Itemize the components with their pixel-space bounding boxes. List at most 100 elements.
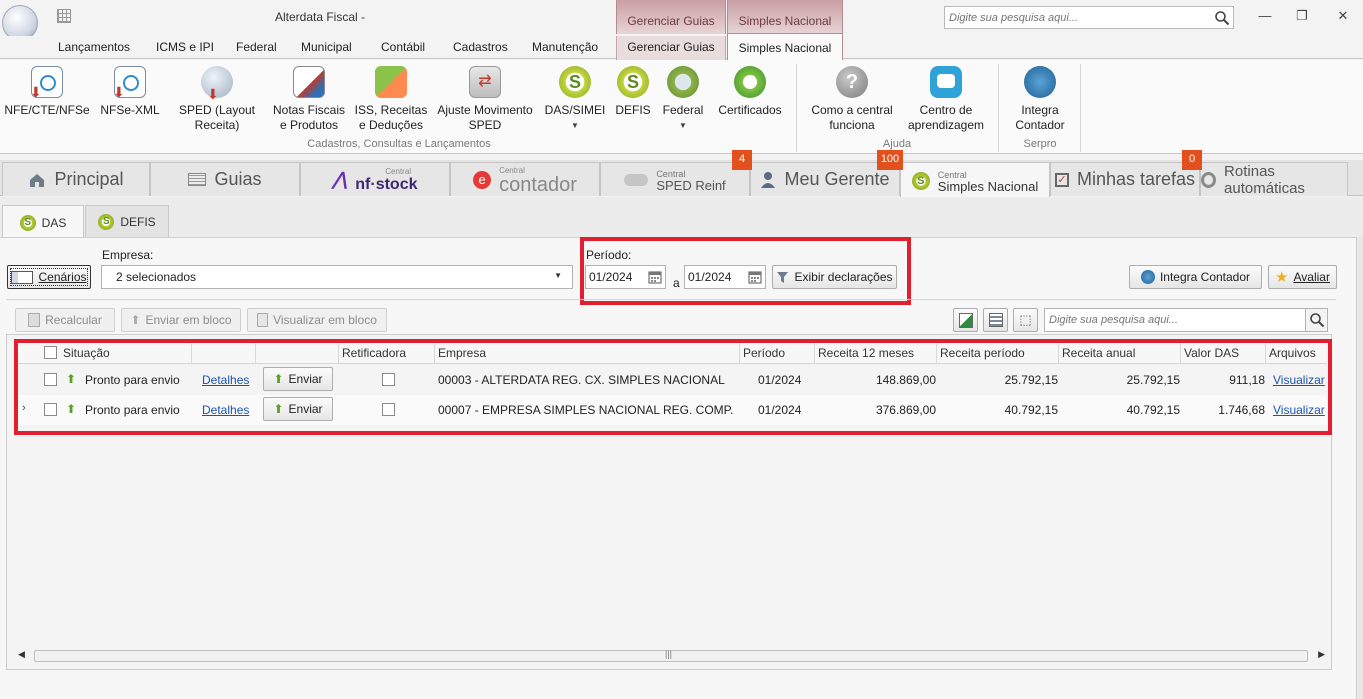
- defis-icon: S: [617, 66, 649, 98]
- tab-sped-reinf-label: SPED Reinf: [656, 177, 726, 193]
- avaliar-button[interactable]: ★ Avaliar: [1268, 265, 1337, 289]
- ribbon-ajuste-sped-button[interactable]: ⇄ Ajuste Movimento SPED: [434, 64, 536, 133]
- quick-access-grid-icon[interactable]: [57, 9, 71, 23]
- cenarios-button[interactable]: Cenários: [7, 265, 91, 289]
- search-icon[interactable]: [1305, 309, 1327, 331]
- ribbon-nfe-cte-nfse-button[interactable]: ⬇ NFE/CTE/NFSe: [4, 64, 90, 118]
- menu-lancamentos[interactable]: Lançamentos: [58, 40, 130, 54]
- periodo-de-field[interactable]: 01/2024: [585, 265, 666, 289]
- tab-principal-label: Principal: [54, 169, 124, 189]
- global-search-field[interactable]: [944, 6, 1234, 29]
- enviar-em-bloco-label: Enviar em bloco: [145, 313, 232, 327]
- grid-search-field[interactable]: [1044, 308, 1328, 332]
- vertical-scrollbar[interactable]: [1356, 237, 1363, 699]
- ribbon-iss-label: ISS, Receitas e Deduções: [354, 103, 428, 132]
- global-search-input[interactable]: [945, 7, 1209, 28]
- ribbon-integra-contador-button[interactable]: Integra Contador: [1006, 64, 1074, 133]
- menu-simples-nacional[interactable]: Simples Nacional: [727, 33, 843, 60]
- help-icon: ?: [836, 66, 868, 98]
- ribbon-certificados-button[interactable]: ✔ Certificados: [714, 64, 786, 118]
- simples-nacional-icon: S: [911, 171, 930, 190]
- nfe-icon: ⬇: [30, 66, 63, 100]
- filter-icon: [776, 271, 789, 284]
- scroll-right-icon[interactable]: ▶: [1318, 649, 1325, 660]
- das-simei-icon: S: [559, 66, 591, 98]
- tab-nfstock[interactable]: ⋀ Central nf·stock: [300, 162, 450, 196]
- menu-cadastros[interactable]: Cadastros: [453, 40, 508, 54]
- excel-icon: [958, 312, 973, 328]
- subtab-das[interactable]: S DAS: [2, 205, 84, 239]
- calendar-icon[interactable]: [648, 270, 662, 284]
- ribbon-separator: [1080, 64, 1081, 152]
- nfstock-logo-icon: ⋀: [332, 169, 348, 189]
- federal-icon: [667, 66, 699, 98]
- horizontal-scrollbar[interactable]: ◀ ||| ▶: [16, 648, 1327, 664]
- ribbon-notas-fiscais-label: Notas Fiscais e Produtos: [272, 103, 346, 132]
- integra-contador-button[interactable]: Integra Contador: [1129, 265, 1262, 289]
- recalcular-button[interactable]: Recalcular: [15, 308, 115, 332]
- tab-minhas-tarefas[interactable]: ✓ Minhas tarefas: [1050, 162, 1200, 196]
- ribbon-group-ajuda: Ajuda: [882, 138, 912, 150]
- subtab-das-label: DAS: [41, 215, 67, 230]
- menu-municipal[interactable]: Municipal: [301, 40, 352, 54]
- tab-principal[interactable]: Principal: [2, 162, 150, 196]
- menu-icms-ipi[interactable]: ICMS e IPI: [156, 40, 214, 54]
- ribbon-nfse-xml-button[interactable]: ⬇ NFSe-XML: [94, 64, 166, 118]
- tab-sped-reinf[interactable]: Central SPED Reinf: [600, 162, 750, 196]
- empresa-select[interactable]: 2 selecionados ▼: [101, 265, 573, 289]
- cenarios-icon: [11, 270, 34, 284]
- visualizar-em-bloco-button[interactable]: Visualizar em bloco: [247, 308, 387, 332]
- tab-contador[interactable]: e Central contador: [450, 162, 600, 196]
- menu-manutencao[interactable]: Manutenção: [532, 40, 598, 54]
- ribbon-federal-button[interactable]: Federal ▼: [658, 64, 708, 133]
- periodo-de-value: 01/2024: [589, 270, 633, 284]
- recalcular-label: Recalcular: [45, 313, 102, 327]
- ribbon-notas-fiscais-button[interactable]: Notas Fiscais e Produtos: [268, 64, 350, 133]
- grip-icon: |||: [665, 649, 673, 659]
- ribbon-sped-button[interactable]: ⬇ SPED (Layout Receita): [170, 64, 264, 133]
- ribbon-das-simei-button[interactable]: S DAS/SIMEI ▼: [542, 64, 608, 133]
- ribbon-ajuste-label: Ajuste Movimento SPED: [437, 103, 533, 132]
- minimize-icon[interactable]: —: [1255, 8, 1275, 26]
- select-cursor-button[interactable]: ⬚: [1013, 308, 1038, 332]
- ribbon-como-funciona-button[interactable]: ? Como a central funciona: [806, 64, 898, 133]
- calendar-icon[interactable]: [748, 270, 762, 284]
- close-icon[interactable]: ✕: [1333, 8, 1353, 26]
- meu-gerente-badge: 100: [877, 150, 903, 170]
- ribbon-centro-aprendizagem-label: Centro de aprendizagem: [907, 103, 985, 132]
- star-icon: ★: [1275, 269, 1289, 286]
- context-tab-simples-nacional: Simples Nacional: [727, 0, 843, 34]
- export-excel-button[interactable]: [953, 308, 978, 332]
- scroll-left-icon[interactable]: ◀: [18, 649, 25, 660]
- guias-icon: [188, 173, 207, 186]
- periodo-ate-field[interactable]: 01/2024: [684, 265, 766, 289]
- search-icon[interactable]: [1214, 10, 1230, 26]
- subtab-defis-label: DEFIS: [120, 215, 156, 229]
- restore-icon[interactable]: ❐: [1292, 8, 1312, 26]
- tab-guias[interactable]: Guias: [150, 162, 300, 196]
- columns-config-button[interactable]: [983, 308, 1008, 332]
- periodo-separator: a: [673, 276, 680, 290]
- menu-contabil[interactable]: Contábil: [381, 40, 425, 54]
- ribbon-defis-button[interactable]: S DEFIS: [612, 64, 654, 118]
- chevron-down-icon[interactable]: ▼: [554, 271, 562, 280]
- subtab-defis[interactable]: S DEFIS: [85, 205, 169, 238]
- exibir-declaracoes-button[interactable]: Exibir declarações: [772, 265, 897, 289]
- tab-simples-nacional-label: Simples Nacional: [937, 178, 1039, 194]
- cenarios-label: Cenários: [38, 270, 87, 284]
- iss-icon: [375, 66, 407, 98]
- ribbon-defis-label: DEFIS: [615, 103, 651, 117]
- menu-gerenciar-guias[interactable]: Gerenciar Guias: [616, 36, 726, 60]
- ribbon-centro-aprendizagem-button[interactable]: Centro de aprendizagem: [902, 64, 990, 133]
- tab-simples-nacional[interactable]: S Central Simples Nacional: [900, 162, 1050, 198]
- tab-contador-label: contador: [499, 173, 577, 196]
- tab-rotinas-automaticas[interactable]: Rotinas automáticas: [1200, 162, 1348, 197]
- scroll-thumb[interactable]: |||: [34, 649, 1308, 662]
- empresa-label: Empresa:: [102, 248, 154, 262]
- enviar-em-bloco-button[interactable]: ⬆ Enviar em bloco: [121, 308, 241, 332]
- defis-tab-icon: S: [98, 214, 115, 230]
- grid-search-input[interactable]: [1045, 309, 1303, 331]
- menu-federal[interactable]: Federal: [236, 40, 277, 54]
- ribbon-iss-button[interactable]: ISS, Receitas e Deduções: [352, 64, 430, 133]
- integra-small-icon: [1140, 270, 1155, 284]
